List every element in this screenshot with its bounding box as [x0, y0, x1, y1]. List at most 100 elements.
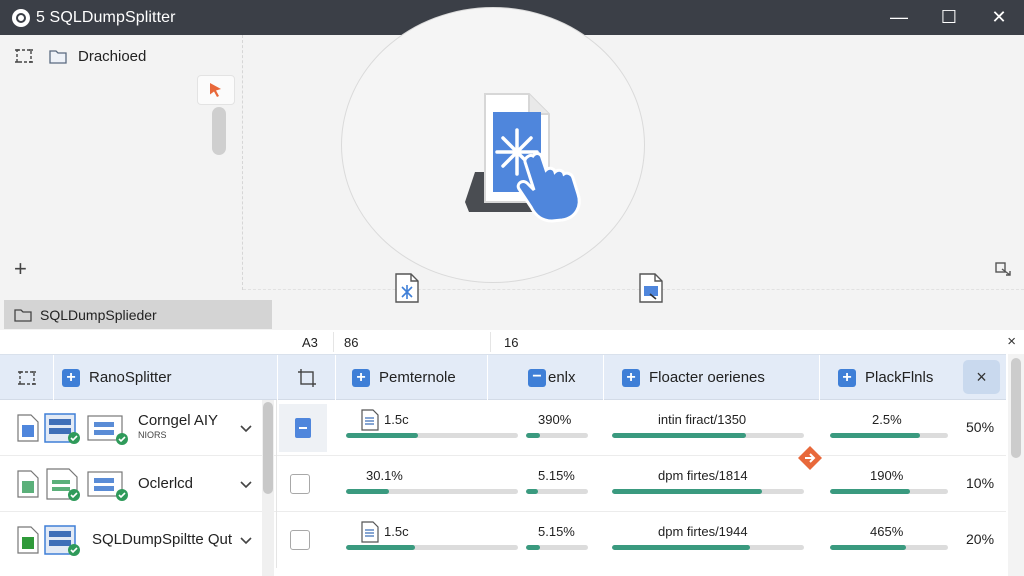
row-name: SQLDumpSpiltte Qut — [92, 531, 233, 548]
ratio-progress-bar — [830, 433, 948, 438]
minus-icon: − — [528, 368, 546, 387]
table-row[interactable]: SQLDumpSpiltte Qut 1.5c 5.15% dpm firtes… — [0, 512, 1006, 568]
header-col3[interactable]: + Floacter oerienes — [604, 355, 820, 400]
section-tab-label: SQLDumpSplieder — [40, 306, 157, 323]
row-name: Oclerlcd — [138, 475, 194, 492]
left-panel-label: Drachioed — [78, 47, 147, 65]
rate-progress-fill — [526, 489, 539, 494]
scrollbar-thumb[interactable] — [263, 402, 273, 494]
maximize-button[interactable]: ☐ — [924, 0, 974, 35]
rate-progress-bar — [526, 545, 588, 550]
spreadsheet-file-icon — [46, 468, 80, 501]
plus-icon: + — [838, 368, 856, 387]
ratio-progress-bar — [830, 545, 948, 550]
grid-scrollbar[interactable] — [1008, 354, 1024, 576]
chevron-down-icon[interactable] — [238, 476, 254, 492]
document-icon — [17, 526, 39, 554]
rate-progress-bar — [526, 489, 588, 494]
window-title: 5 SQLDumpSplitter — [36, 8, 176, 26]
column-letter: 86 — [344, 335, 359, 350]
column-letters-row: A3 86 16 × — [0, 330, 1024, 354]
resize-grip-icon[interactable] — [994, 261, 1012, 277]
cell-progress: 20% — [966, 531, 995, 547]
table-row[interactable]: Oclerlcd 30.1% 5.15% dpm firtes/1814 190… — [0, 456, 1006, 512]
db-file-checked-icon — [87, 415, 128, 445]
left-panel: Drachioed + — [0, 35, 243, 290]
folder-icon — [14, 308, 32, 322]
header-col2[interactable]: − enlx — [488, 355, 604, 400]
select-region-icon[interactable] — [17, 369, 37, 387]
cell-rate: 390% — [538, 412, 572, 427]
files-progress-bar — [612, 433, 804, 438]
crop-icon[interactable] — [297, 368, 317, 387]
size-progress-bar — [346, 433, 518, 438]
left-panel-scrollbar[interactable] — [212, 107, 226, 155]
add-button[interactable]: + — [14, 258, 27, 280]
cell-size: 1.5c — [384, 524, 409, 539]
chevron-down-icon[interactable] — [238, 420, 254, 436]
ratio-progress-bar — [830, 489, 948, 494]
ratio-progress-fill — [830, 433, 920, 438]
cell-rate: 5.15% — [538, 524, 575, 539]
plus-icon: + — [62, 368, 80, 387]
files-progress-bar — [612, 489, 804, 494]
warning-diamond-icon[interactable] — [797, 445, 823, 471]
files-progress-fill — [612, 489, 762, 494]
row-select-checkbox[interactable] — [290, 530, 310, 550]
column-close-button[interactable]: × — [1007, 333, 1016, 350]
cell-files: intin firact/1350 — [658, 412, 747, 427]
db-file-checked-icon — [44, 525, 80, 556]
db-file-checked-icon — [87, 471, 128, 501]
split-file-icon[interactable] — [393, 272, 421, 304]
work-area: Drachioed + — [0, 7, 1024, 298]
table-row[interactable]: Corngel AIY NIORS 1.5c 390% intin firact/… — [0, 400, 1006, 456]
cell-ratio: 465% — [870, 524, 904, 539]
header-col4[interactable]: + PlackFlnls — [820, 355, 960, 400]
folder-icon — [49, 50, 67, 64]
cell-ratio: 190% — [870, 468, 904, 483]
document-icon — [17, 414, 39, 442]
header-col1[interactable]: + Pemternole — [336, 355, 488, 400]
grid-header-row: + RanoSplitter + Pemternole − enlx + Flo… — [0, 354, 1006, 400]
rate-progress-fill — [526, 545, 540, 550]
files-progress-fill — [612, 545, 751, 550]
header-name[interactable]: + RanoSplitter — [54, 355, 278, 400]
minimize-button[interactable]: — — [874, 0, 924, 35]
size-progress-fill — [346, 433, 419, 438]
section-tab[interactable]: SQLDumpSplieder — [4, 300, 272, 329]
size-progress-bar — [346, 545, 518, 550]
cell-size: 1.5c — [384, 412, 409, 427]
select-region-icon[interactable] — [14, 47, 34, 65]
ratio-progress-fill — [830, 545, 906, 550]
drop-zone[interactable] — [243, 7, 1024, 290]
chevron-down-icon[interactable] — [238, 532, 254, 548]
cell-progress: 10% — [966, 475, 995, 491]
plus-icon: + — [622, 368, 640, 387]
splitter-grid: A3 86 16 × + RanoSplitter + Pemternole −… — [0, 330, 1024, 576]
pointer-tool-button[interactable] — [197, 75, 235, 105]
cell-progress: 50% — [966, 419, 995, 435]
cursor-arrow-icon — [210, 83, 221, 97]
files-progress-bar — [612, 545, 804, 550]
plus-icon: + — [352, 368, 370, 387]
row-select-checkbox[interactable] — [290, 474, 310, 494]
text-file-icon — [361, 521, 379, 543]
row-name: Corngel AIY NIORS — [138, 412, 219, 440]
text-file-icon — [361, 409, 379, 431]
files-progress-fill — [612, 433, 747, 438]
size-progress-bar — [346, 489, 518, 494]
name-column-scrollbar[interactable] — [262, 400, 274, 576]
size-progress-fill — [346, 489, 389, 494]
close-button[interactable]: ✕ — [974, 0, 1024, 35]
image-file-icon[interactable] — [637, 272, 665, 304]
cell-rate: 5.15% — [538, 468, 575, 483]
row-select-checkbox[interactable] — [279, 404, 327, 452]
ratio-progress-fill — [830, 489, 911, 494]
column-letter: 16 — [504, 335, 519, 350]
size-progress-fill — [346, 545, 415, 550]
cell-size: 30.1% — [366, 468, 403, 483]
header-close-button[interactable]: × — [963, 360, 1000, 394]
db-file-checked-icon — [44, 413, 80, 444]
scrollbar-thumb[interactable] — [1011, 358, 1021, 458]
rate-progress-fill — [526, 433, 540, 438]
